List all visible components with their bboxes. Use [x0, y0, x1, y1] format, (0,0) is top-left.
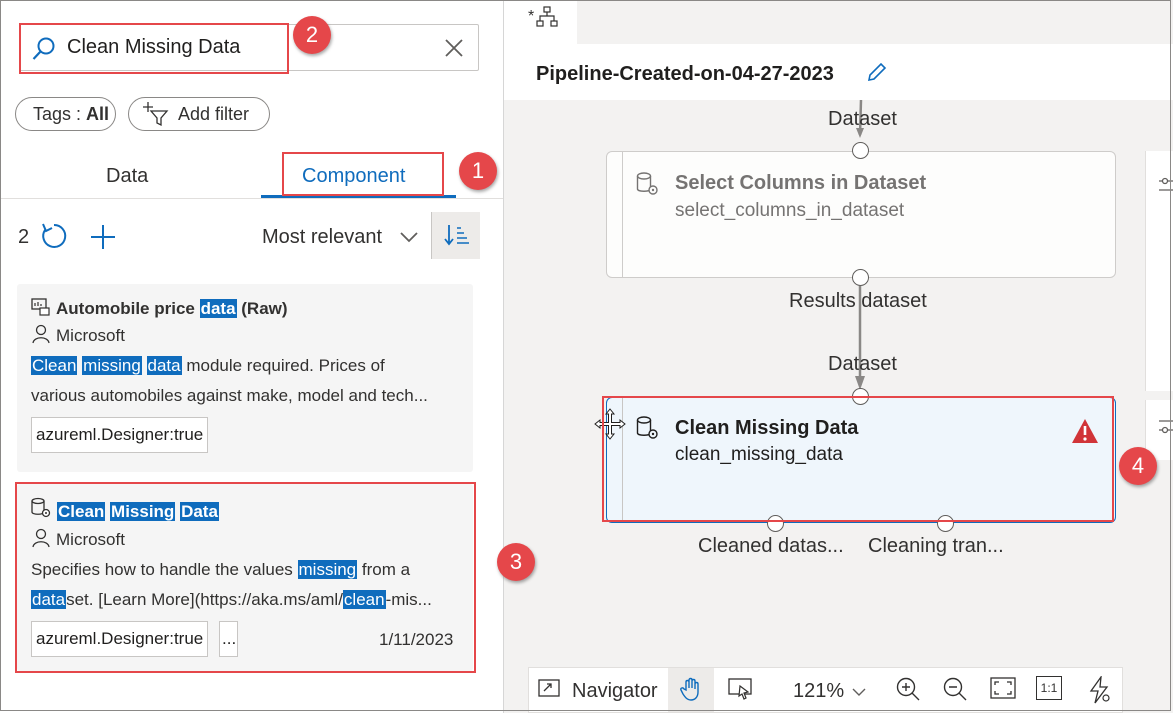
unsaved-marker: *: [528, 8, 535, 25]
add-filter-button[interactable]: Add filter: [128, 97, 270, 131]
tags-filter-button[interactable]: Tags : All: [15, 97, 116, 131]
dataset-icon: [31, 297, 51, 322]
filter-add-icon: [139, 101, 169, 137]
add-icon[interactable]: [90, 224, 116, 255]
card-publisher: Microsoft: [56, 326, 125, 345]
navigator-icon[interactable]: [538, 676, 560, 704]
zoom-in-icon[interactable]: [895, 676, 921, 704]
sort-dropdown[interactable]: Most relevant: [262, 226, 382, 249]
chevron-down-icon[interactable]: [399, 230, 419, 249]
tags-label: Tags :: [33, 104, 87, 124]
navigator-button[interactable]: Navigator: [572, 680, 658, 708]
annotation-badge-2: 2: [293, 16, 331, 54]
node-status-bar: [622, 152, 623, 277]
add-filter-label: Add filter: [178, 104, 250, 124]
pan-tool-button[interactable]: [668, 668, 714, 712]
port-label-dataset-in-1: Dataset: [828, 108, 897, 130]
edit-pencil-icon[interactable]: [866, 61, 888, 88]
select-tool-icon[interactable]: [728, 676, 754, 704]
annotation-box-search: [19, 23, 289, 74]
port-label-results-dataset: Results dataset: [789, 290, 927, 312]
asset-library-panel: Clean Missing Data 2 Tags : All Add filt…: [0, 0, 504, 713]
auto-layout-icon[interactable]: [1087, 674, 1111, 704]
annotation-badge-1: 1: [459, 152, 497, 190]
port-label-dataset-in-2: Dataset: [828, 353, 897, 375]
clear-search-icon[interactable]: [444, 38, 464, 63]
refresh-icon[interactable]: [40, 222, 68, 255]
card-description-line1: Clean missing data module required. Pric…: [31, 356, 385, 375]
publisher-icon: [32, 324, 50, 349]
pipeline-title: Pipeline-Created-on-04-27-2023: [536, 63, 834, 85]
pipeline-tab[interactable]: *: [504, 0, 577, 44]
annotation-badge-4: 4: [1119, 447, 1157, 485]
side-panel-edge: [1145, 151, 1173, 391]
tab-divider: [0, 198, 503, 199]
pipeline-tab-strip: [504, 0, 1173, 44]
component-icon: [635, 171, 659, 202]
actual-size-button[interactable]: 1:1: [1036, 676, 1062, 700]
canvas-toolbar: Navigator 121% 1:1: [528, 667, 1123, 713]
settings-sliders-icon[interactable]: [1159, 176, 1173, 201]
card-title: Automobile price data (Raw): [56, 299, 288, 318]
annotation-box-card: [15, 482, 476, 673]
tags-value: All: [86, 104, 110, 124]
annotation-badge-3: 3: [497, 543, 535, 581]
chevron-down-icon[interactable]: [852, 684, 866, 712]
sort-order-button[interactable]: [431, 212, 480, 259]
hand-icon: [680, 677, 702, 706]
tab-data[interactable]: Data: [106, 165, 148, 188]
node-title: Select Columns in Dataset: [675, 172, 927, 194]
zoom-out-icon[interactable]: [942, 676, 968, 704]
annotation-box-component-tab: [282, 152, 444, 196]
port-label-cleaned-dataset: Cleaned datas...: [698, 535, 844, 557]
fit-to-screen-icon[interactable]: [990, 676, 1016, 704]
result-count: 2: [18, 226, 30, 248]
zoom-level-dropdown[interactable]: 121%: [793, 680, 844, 708]
component-card-automobile[interactable]: Automobile price data (Raw) Microsoft Cl…: [17, 284, 473, 472]
pipeline-icon: [536, 6, 558, 33]
input-port[interactable]: [852, 142, 869, 159]
settings-sliders-icon[interactable]: [1159, 416, 1173, 441]
node-name: select_columns_in_dataset: [675, 200, 905, 221]
sort-descending-icon: [444, 223, 470, 252]
card-description-line2: various automobiles against make, model …: [31, 386, 428, 405]
port-label-cleaning-transformation: Cleaning tran...: [868, 535, 1004, 557]
tag-chip[interactable]: azureml.Designer:true: [31, 417, 209, 453]
annotation-box-node: [602, 396, 1114, 522]
output-port[interactable]: [852, 269, 869, 286]
node-select-columns[interactable]: Select Columns in Dataset select_columns…: [606, 151, 1116, 278]
